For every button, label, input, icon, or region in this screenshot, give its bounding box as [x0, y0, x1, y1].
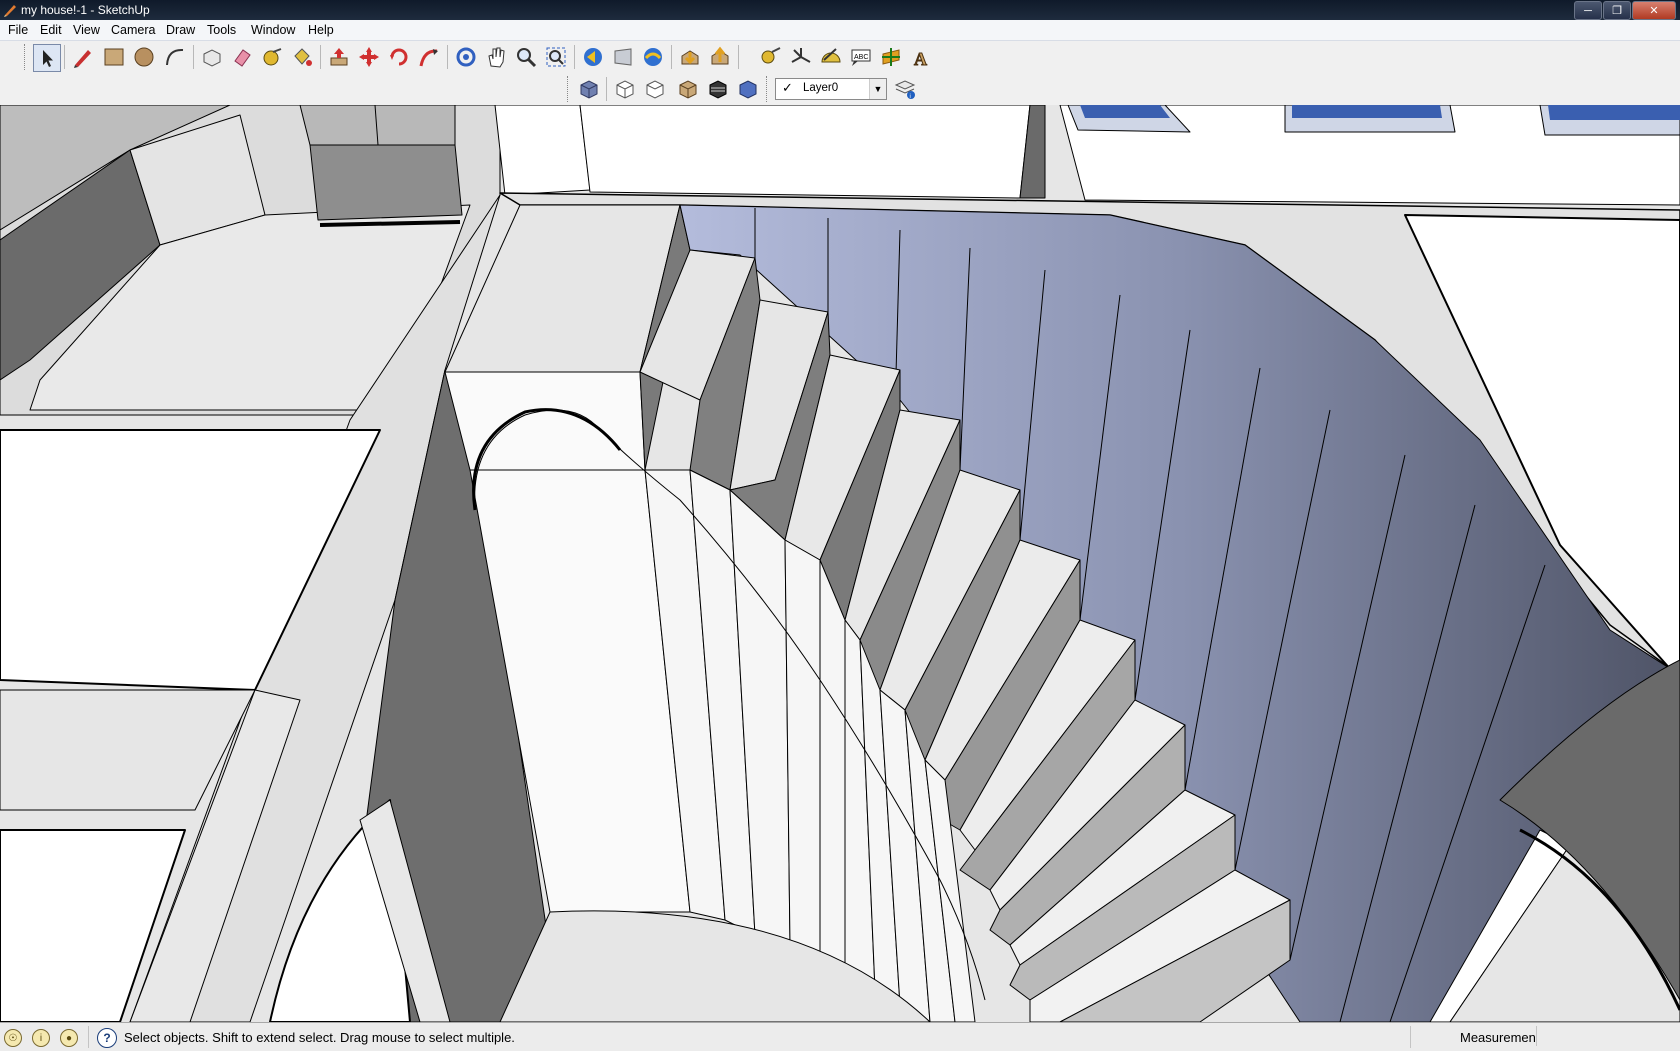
get-models-icon[interactable]	[677, 44, 703, 70]
tape-measure-icon[interactable]	[259, 44, 285, 70]
svg-text:i: i	[910, 94, 911, 100]
close-button[interactable]: ✕	[1632, 1, 1676, 20]
protractor-icon[interactable]	[818, 44, 844, 70]
layer-visible-check-icon: ✓	[782, 80, 793, 95]
menu-edit[interactable]: Edit	[40, 23, 62, 37]
iso-view-icon[interactable]	[576, 76, 602, 102]
layer-name: Layer0	[803, 82, 839, 94]
push-pull-icon[interactable]	[326, 44, 352, 70]
rectangle-icon[interactable]	[101, 44, 127, 70]
toolbar-grip[interactable]	[24, 44, 28, 70]
minimize-button[interactable]: ─	[1574, 1, 1602, 20]
user-account-icon[interactable]: ●	[60, 1029, 78, 1047]
section-plane-icon[interactable]	[878, 44, 904, 70]
menu-camera[interactable]: Camera	[111, 23, 155, 37]
rotate-icon[interactable]	[386, 44, 412, 70]
text-tool-icon[interactable]: ABC	[848, 44, 874, 70]
menu-view[interactable]: View	[73, 23, 100, 37]
layer-dropdown[interactable]: ✓ Layer0 ▼	[775, 78, 887, 100]
move-icon[interactable]	[356, 44, 382, 70]
toolbar-grip-layers[interactable]	[766, 76, 770, 102]
pencil-icon[interactable]	[70, 44, 96, 70]
svg-text:A: A	[914, 49, 927, 68]
model-canvas[interactable]	[0, 105, 1680, 1022]
status-hint: Select objects. Shift to extend select. …	[124, 1030, 515, 1045]
zoom-extents-icon[interactable]	[543, 44, 569, 70]
sketchup-app-icon	[4, 5, 16, 17]
window-title: my house!-1 - SketchUp	[21, 3, 150, 17]
layer-manager-icon[interactable]: i	[892, 76, 918, 102]
measurements-input[interactable]	[1536, 1026, 1677, 1046]
shaded-textures-style-icon[interactable]	[735, 76, 761, 102]
drawing-viewport[interactable]	[0, 105, 1680, 1022]
title-bar: my house!-1 - SketchUp ─ ❐ ✕	[0, 0, 1680, 20]
svg-text:ABC: ABC	[854, 54, 868, 61]
front-view-icon[interactable]	[642, 76, 668, 102]
menu-help[interactable]: Help	[308, 23, 334, 37]
pan-hand-icon[interactable]	[483, 44, 509, 70]
help-icon[interactable]: ?	[97, 1028, 117, 1048]
axes-icon[interactable]	[788, 44, 814, 70]
menu-draw[interactable]: Draw	[166, 23, 195, 37]
circle-icon[interactable]	[131, 44, 157, 70]
orbit-icon[interactable]	[453, 44, 479, 70]
xray-style-icon[interactable]	[675, 76, 701, 102]
previous-view-icon[interactable]	[580, 44, 606, 70]
make-component-icon[interactable]	[199, 44, 225, 70]
select-tool-icon[interactable]	[33, 44, 61, 72]
zoom-icon[interactable]	[513, 44, 539, 70]
chevron-down-icon[interactable]: ▼	[869, 79, 886, 99]
maximize-button[interactable]: ❐	[1603, 1, 1631, 20]
geo-location-icon[interactable]: ☉	[4, 1029, 22, 1047]
toolbar-grip-views[interactable]	[567, 76, 571, 102]
position-camera-icon[interactable]	[640, 44, 666, 70]
share-model-icon[interactable]	[707, 44, 733, 70]
next-view-icon[interactable]	[610, 44, 636, 70]
credits-icon[interactable]: i	[32, 1029, 50, 1047]
arc-icon[interactable]	[162, 44, 188, 70]
menu-file[interactable]: File	[8, 23, 28, 37]
measurements-label: Measurements	[1460, 1030, 1546, 1045]
menu-tools[interactable]: Tools	[207, 23, 236, 37]
status-bar: ☉ i ● ? Select objects. Shift to extend …	[0, 1022, 1680, 1051]
eraser-icon[interactable]	[229, 44, 255, 70]
dimension-icon[interactable]	[758, 44, 784, 70]
menu-bar: File Edit View Camera Draw Tools Window …	[0, 20, 1680, 41]
paint-bucket-icon[interactable]	[289, 44, 315, 70]
shaded-style-icon[interactable]	[705, 76, 731, 102]
3d-text-icon[interactable]: A	[908, 44, 934, 70]
follow-me-icon[interactable]	[416, 44, 442, 70]
menu-window[interactable]: Window	[251, 23, 295, 37]
top-view-icon[interactable]	[612, 76, 638, 102]
